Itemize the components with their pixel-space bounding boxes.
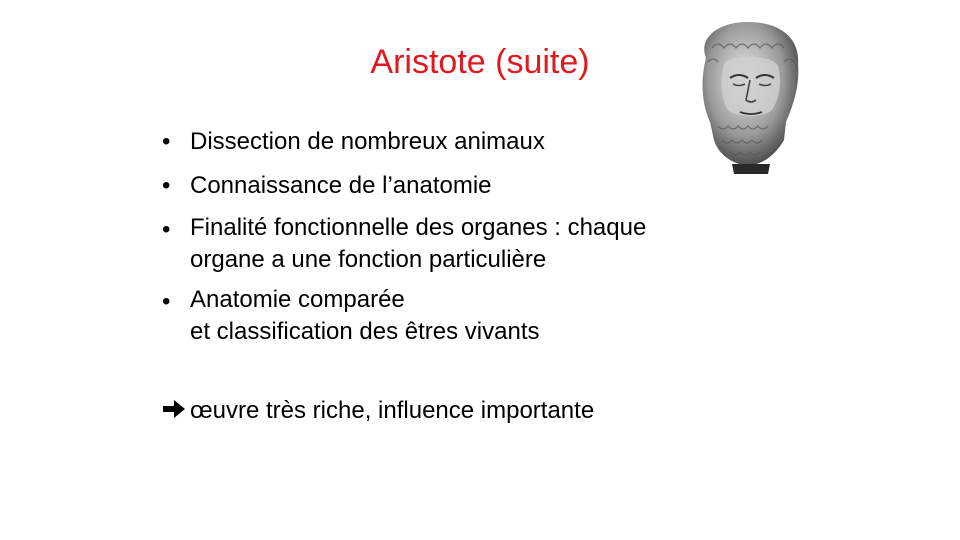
bullet-line: Connaissance de l’anatomie	[190, 172, 492, 199]
slide: Aristote (suite) • Dissection de nombreu…	[0, 0, 960, 540]
conclusion-text: œuvre très riche, influence importante	[190, 397, 595, 424]
right-arrow-icon	[162, 394, 190, 430]
bullet-line: Anatomie comparée	[190, 286, 405, 313]
conclusion-line: œuvre très riche, influence importante	[162, 393, 594, 430]
bullet-line: organe a une fonction particulière	[190, 246, 547, 273]
slide-title-text: Aristote (suite)	[370, 43, 590, 81]
bullet-item: • Finalité fonctionnelle des organes : c…	[162, 212, 762, 276]
bullet-line: et classification des êtres vivants	[190, 318, 540, 345]
bullet-symbol: •	[162, 172, 171, 199]
bullet-line: Finalité fonctionnelle des organes : cha…	[190, 214, 647, 241]
bullet-item: • Anatomie comparée et classification de…	[162, 284, 762, 348]
bullet-line: Dissection de nombreux animaux	[190, 128, 545, 155]
slide-title: Aristote (suite)	[0, 40, 960, 84]
bullet-item: • Dissection de nombreux animaux	[162, 124, 762, 160]
bullet-symbol: •	[162, 216, 171, 243]
bullet-list: • Dissection de nombreux animaux • Conna…	[162, 124, 762, 348]
bullet-symbol: •	[162, 128, 171, 155]
bullet-symbol: •	[162, 288, 171, 315]
bullet-item: • Connaissance de l’anatomie	[162, 168, 762, 204]
